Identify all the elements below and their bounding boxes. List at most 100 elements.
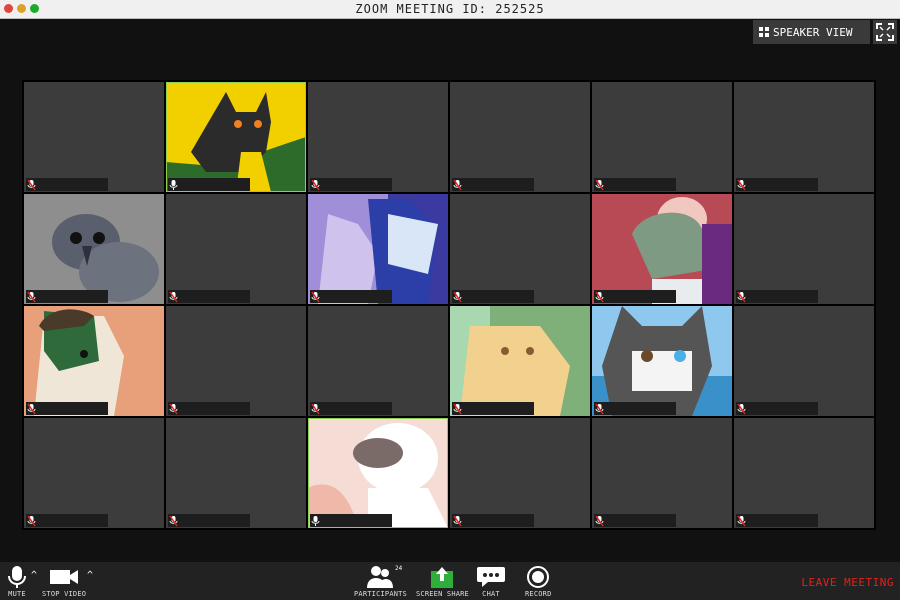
microphone-muted-icon: [453, 515, 462, 527]
microphone-muted-icon: [737, 515, 746, 527]
participant-name-bar: [26, 402, 108, 415]
mute-label: MUTE: [8, 590, 26, 598]
microphone-muted-icon: [27, 291, 36, 303]
participants-icon: [367, 566, 394, 588]
speaker-view-button[interactable]: SPEAKER VIEW: [753, 20, 870, 44]
microphone-muted-icon: [311, 179, 320, 191]
participant-tile[interactable]: [24, 82, 164, 192]
participant-tile[interactable]: [734, 194, 874, 304]
participant-tile[interactable]: [450, 82, 590, 192]
participant-name-bar: [736, 514, 818, 527]
speaker-view-label: SPEAKER VIEW: [773, 25, 853, 39]
participant-tile[interactable]: [24, 418, 164, 528]
participant-name-bar: [168, 178, 250, 191]
participant-name-bar: [26, 178, 108, 191]
avatar: [592, 306, 732, 416]
participant-name-bar: [452, 178, 534, 191]
participant-name-bar: [26, 514, 108, 527]
participant-name-bar: [736, 402, 818, 415]
participant-name-bar: [594, 290, 676, 303]
participant-tile[interactable]: [24, 194, 164, 304]
screen-share-icon: [431, 567, 454, 588]
leave-meeting-button[interactable]: LEAVE MEETING: [801, 576, 894, 589]
participant-tile[interactable]: [24, 306, 164, 416]
participant-tile[interactable]: [450, 418, 590, 528]
participant-tile[interactable]: [308, 194, 448, 304]
participant-tile[interactable]: [308, 306, 448, 416]
participant-tile[interactable]: [734, 306, 874, 416]
title-bar: ZOOM MEETING ID: 252525: [0, 0, 900, 19]
grid-icon: [759, 27, 769, 37]
microphone-muted-icon: [311, 403, 320, 415]
chat-button[interactable]: CHAT: [476, 565, 506, 598]
participant-name-bar: [168, 514, 250, 527]
participant-name-bar: [26, 290, 108, 303]
stop-video-label: STOP VIDEO: [42, 590, 87, 598]
chat-icon: [477, 567, 505, 587]
participant-tile[interactable]: [592, 194, 732, 304]
microphone-muted-icon: [737, 179, 746, 191]
participant-name-bar: [594, 514, 676, 527]
participant-tile[interactable]: [450, 194, 590, 304]
avatar: [632, 197, 732, 304]
avatar: [308, 194, 438, 304]
chat-label: CHAT: [482, 590, 500, 598]
participant-tile[interactable]: [166, 194, 306, 304]
microphone-muted-icon: [595, 515, 604, 527]
participant-tile[interactable]: [592, 82, 732, 192]
fullscreen-button[interactable]: [873, 20, 897, 44]
microphone-muted-icon: [27, 403, 36, 415]
participants-label: PARTICIPANTS: [354, 590, 407, 598]
microphone-muted-icon: [453, 403, 462, 415]
participant-tile[interactable]: [592, 418, 732, 528]
avatar: [166, 82, 306, 192]
participant-name-bar: [452, 514, 534, 527]
microphone-muted-icon: [595, 179, 604, 191]
participant-name-bar: [736, 290, 818, 303]
window-title: ZOOM MEETING ID: 252525: [355, 2, 545, 16]
mute-button[interactable]: MUTE: [6, 565, 28, 598]
record-icon: [527, 566, 550, 588]
participant-tile[interactable]: [166, 82, 306, 192]
participant-tile[interactable]: [308, 418, 448, 528]
microphone-muted-icon: [169, 515, 178, 527]
microphone-muted-icon: [737, 291, 746, 303]
participant-name-bar: [310, 178, 392, 191]
participant-tile[interactable]: [592, 306, 732, 416]
microphone-muted-icon: [453, 179, 462, 191]
microphone-muted-icon: [27, 179, 36, 191]
video-options-caret-icon[interactable]: ^: [87, 570, 93, 581]
avatar: [34, 309, 124, 416]
meeting-toolbar: MUTE ^ STOP VIDEO ^ PARTICIPANTS 24 SCRE…: [0, 562, 900, 600]
microphone-icon: [8, 566, 26, 588]
participant-tile[interactable]: [734, 418, 874, 528]
fullscreen-icon: [876, 23, 894, 41]
participant-tile[interactable]: [450, 306, 590, 416]
participant-name-bar: [594, 178, 676, 191]
microphone-muted-icon: [27, 515, 36, 527]
participant-name-bar: [310, 514, 392, 527]
participant-name-bar: [736, 178, 818, 191]
stop-video-button[interactable]: STOP VIDEO: [42, 565, 86, 598]
participant-tile[interactable]: [166, 418, 306, 528]
microphone-muted-icon: [595, 403, 604, 415]
participant-tile[interactable]: [734, 82, 874, 192]
participant-tile[interactable]: [308, 82, 448, 192]
video-grid: [22, 80, 876, 530]
video-camera-icon: [50, 570, 79, 584]
screen-share-button[interactable]: SCREEN SHARE: [416, 565, 469, 598]
mute-options-caret-icon[interactable]: ^: [31, 570, 37, 581]
microphone-muted-icon: [737, 403, 746, 415]
microphone-muted-icon: [169, 291, 178, 303]
microphone-muted-icon: [311, 291, 320, 303]
microphone-icon: [311, 516, 320, 526]
avatar: [308, 423, 448, 528]
microphone-icon: [169, 180, 178, 190]
participant-tile[interactable]: [166, 306, 306, 416]
microphone-muted-icon: [169, 403, 178, 415]
screen-share-label: SCREEN SHARE: [416, 590, 469, 598]
record-button[interactable]: RECORD: [525, 565, 552, 598]
participants-count: 24: [395, 565, 403, 572]
participant-name-bar: [594, 402, 676, 415]
participant-name-bar: [310, 402, 392, 415]
